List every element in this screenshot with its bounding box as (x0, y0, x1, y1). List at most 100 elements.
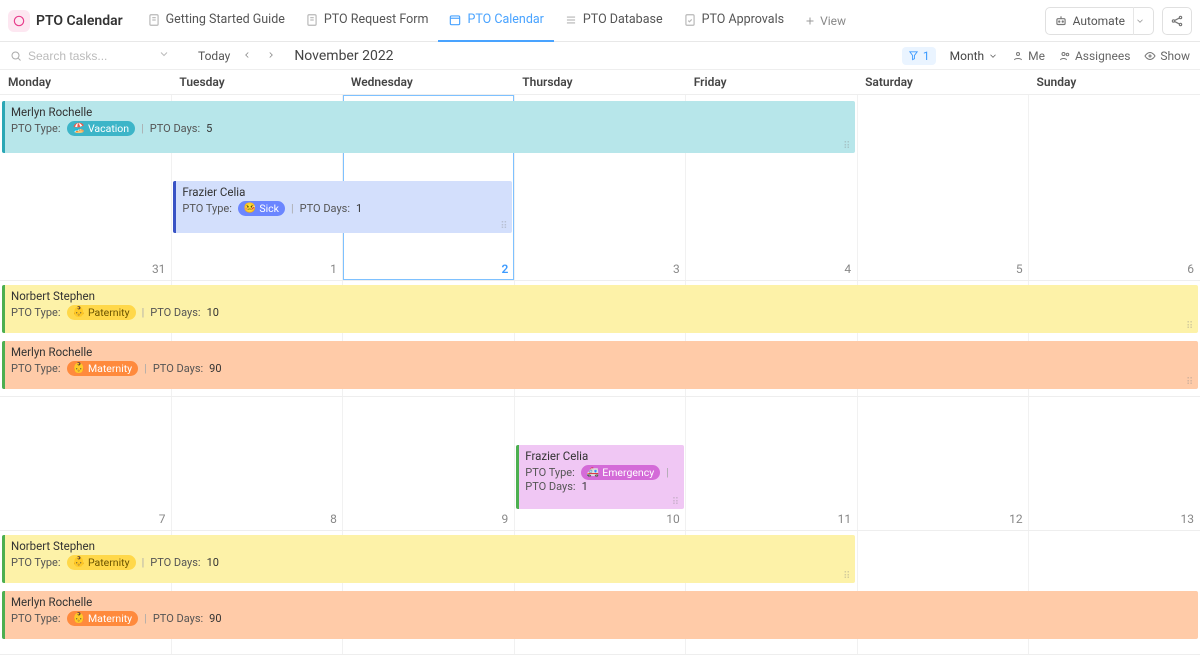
resize-handle[interactable] (843, 573, 851, 581)
pto-days-value: 5 (206, 122, 212, 135)
day-number: 2 (501, 262, 508, 276)
event-name: Norbert Stephen (11, 539, 849, 553)
doc-icon (305, 13, 319, 27)
pto-days-value: 90 (209, 362, 221, 375)
pto-type-label: PTO Type: (11, 122, 61, 135)
day-header: Sunday (1029, 70, 1200, 94)
calendar-event[interactable]: Merlyn Rochelle PTO Type: 👶Maternity | P… (2, 591, 1198, 639)
paternity-icon: 👶 (73, 307, 85, 318)
event-name: Frazier Celia (525, 449, 677, 463)
event-name: Norbert Stephen (11, 289, 1192, 303)
pto-days-label: PTO Days: (153, 612, 203, 625)
pto-type-label: PTO Type: (11, 306, 61, 319)
tab-pto-database[interactable]: PTO Database (554, 0, 673, 42)
day-number: 4 (844, 262, 851, 276)
view-mode-select[interactable]: Month (950, 49, 998, 63)
resize-handle[interactable] (1186, 379, 1194, 387)
pto-days-value: 90 (209, 612, 221, 625)
calendar-week: Norbert Stephen PTO Type: 👶Paternity | P… (0, 281, 1200, 397)
calendar-day-headers: Monday Tuesday Wednesday Thursday Friday… (0, 70, 1200, 95)
pto-days-label: PTO Days: (150, 122, 200, 135)
day-number: 9 (502, 512, 509, 526)
event-name: Merlyn Rochelle (11, 105, 849, 119)
day-number: 5 (1016, 262, 1023, 276)
day-number: 6 (1187, 262, 1194, 276)
show-menu[interactable]: Show (1144, 49, 1190, 63)
automate-label: Automate (1073, 14, 1125, 28)
tabs-bar: PTO Calendar Getting Started Guide PTO R… (0, 0, 1200, 42)
pto-type-tag: 🤒Sick (238, 201, 285, 216)
today-button[interactable]: Today (198, 49, 230, 63)
day-number: 7 (159, 512, 166, 526)
pto-days-value: 1 (356, 202, 362, 215)
day-number: 31 (152, 262, 166, 276)
day-number: 10 (666, 512, 680, 526)
day-header: Friday (686, 70, 857, 94)
pto-type-tag: 🚑Emergency (581, 465, 660, 480)
resize-handle[interactable] (1186, 323, 1194, 331)
tab-label: PTO Database (583, 12, 663, 27)
add-view-label: View (820, 14, 846, 28)
pto-type-tag: 👶Maternity (67, 361, 139, 376)
filter-indicator[interactable]: 1 (902, 47, 936, 65)
pto-type-label: PTO Type: (525, 466, 575, 479)
next-month-button[interactable] (264, 49, 278, 63)
calendar-week: Norbert Stephen PTO Type: 👶Paternity | P… (0, 531, 1200, 655)
day-number: 12 (1009, 512, 1023, 526)
me-label: Me (1028, 49, 1045, 63)
workspace-icon (8, 10, 30, 32)
calendar-event[interactable]: Norbert Stephen PTO Type: 👶Paternity | P… (2, 535, 855, 583)
calendar-toolbar: Today November 2022 1 Month Me Assignees… (0, 42, 1200, 70)
doc-icon (683, 13, 697, 27)
day-header: Thursday (514, 70, 685, 94)
day-number: 1 (330, 262, 337, 276)
search-input[interactable] (28, 49, 148, 63)
search-expand[interactable] (158, 48, 170, 63)
pto-days-value: 10 (207, 306, 219, 319)
calendar-event[interactable]: Merlyn Rochelle PTO Type: 🏖️Vacation | P… (2, 101, 855, 153)
day-number: 8 (330, 512, 337, 526)
calendar-event[interactable]: Norbert Stephen PTO Type: 👶Paternity | P… (2, 285, 1198, 333)
pto-type-label: PTO Type: (11, 556, 61, 569)
automate-button[interactable]: Automate (1045, 7, 1154, 35)
event-name: Frazier Celia (182, 185, 506, 199)
tab-pto-calendar[interactable]: PTO Calendar (438, 0, 553, 42)
me-filter[interactable]: Me (1012, 49, 1045, 63)
maternity-icon: 👶 (73, 363, 85, 374)
day-header: Monday (0, 70, 171, 94)
prev-month-button[interactable] (240, 49, 254, 63)
paternity-icon: 👶 (73, 557, 85, 568)
pto-type-label: PTO Type: (182, 202, 232, 215)
calendar-event[interactable]: Frazier Celia PTO Type: 🤒Sick | PTO Days… (173, 181, 512, 233)
tab-request-form[interactable]: PTO Request Form (295, 0, 439, 42)
view-mode-label: Month (950, 49, 984, 63)
calendar-event[interactable]: Frazier Celia PTO Type: 🚑Emergency | PTO… (516, 445, 683, 509)
share-icon (1170, 14, 1184, 28)
assignees-filter[interactable]: Assignees (1059, 49, 1130, 63)
pto-days-label: PTO Days: (150, 306, 200, 319)
resize-handle[interactable] (500, 223, 508, 231)
robot-icon (1054, 14, 1068, 28)
pto-type-tag: 🏖️Vacation (67, 121, 136, 136)
event-name: Merlyn Rochelle (11, 345, 1192, 359)
pto-days-value: 10 (207, 556, 219, 569)
pto-type-tag: 👶Paternity (67, 555, 136, 570)
pto-type-tag: 👶Maternity (67, 611, 139, 626)
calendar-icon (448, 13, 462, 27)
calendar-event[interactable]: Merlyn Rochelle PTO Type: 👶Maternity | P… (2, 341, 1198, 389)
pto-days-value: 1 (582, 480, 588, 493)
calendar-body: Merlyn Rochelle PTO Type: 🏖️Vacation | P… (0, 95, 1200, 655)
month-title: November 2022 (294, 48, 393, 64)
add-view-button[interactable]: View (794, 14, 856, 28)
share-button[interactable] (1162, 7, 1192, 35)
tab-label: PTO Approvals (702, 12, 784, 27)
chevron-down-icon[interactable] (1133, 7, 1145, 35)
pto-days-label: PTO Days: (300, 202, 350, 215)
tab-getting-started[interactable]: Getting Started Guide (137, 0, 295, 42)
search-icon (10, 50, 22, 62)
resize-handle[interactable] (843, 143, 851, 151)
event-name: Merlyn Rochelle (11, 595, 1192, 609)
calendar-week: Frazier Celia PTO Type: 🚑Emergency | PTO… (0, 397, 1200, 531)
resize-handle[interactable] (672, 499, 680, 507)
tab-pto-approvals[interactable]: PTO Approvals (673, 0, 794, 42)
